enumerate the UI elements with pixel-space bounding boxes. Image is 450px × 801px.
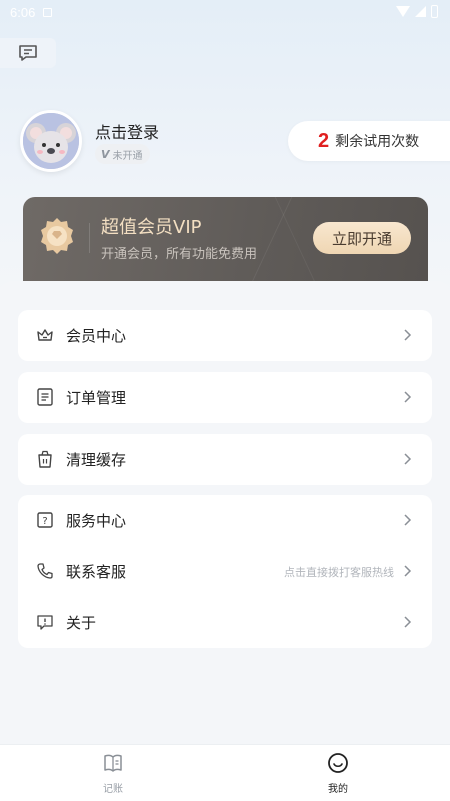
trial-count-pill[interactable]: 2 剩余试用次数 — [288, 121, 450, 161]
menu-label: 服务中心 — [66, 512, 127, 530]
menu-item-order-management[interactable]: 订单管理 — [18, 372, 432, 423]
smiley-icon — [328, 753, 348, 773]
ledger-icon — [104, 754, 122, 772]
battery-icon — [431, 5, 438, 18]
chevron-right-icon — [404, 616, 412, 628]
vip-badge-letter: V — [101, 147, 110, 161]
trash-icon — [38, 450, 52, 468]
chevron-right-icon — [404, 329, 412, 341]
vip-medal-icon — [41, 218, 73, 254]
menu-label: 关于 — [66, 614, 97, 632]
trial-count: 2 — [318, 129, 330, 152]
menu-item-contact-service[interactable]: 联系客服 点击直接拨打客服热线 — [18, 546, 432, 597]
phone-icon — [37, 563, 53, 579]
vip-subtitle: 开通会员，所有功能免费用 — [101, 247, 258, 262]
status-bar: 6:06 — [0, 0, 450, 24]
chevron-right-icon — [404, 453, 412, 465]
menu-label: 联系客服 — [66, 563, 127, 581]
crown-icon — [37, 329, 53, 341]
tab-ledger[interactable]: 记账 — [83, 752, 143, 795]
menu-card-cache: 清理缓存 — [18, 434, 432, 485]
vip-status-badge: V 未开通 — [95, 144, 150, 164]
info-icon — [37, 615, 53, 630]
status-icons — [396, 5, 438, 18]
menu-item-clear-cache[interactable]: 清理缓存 — [18, 434, 432, 485]
contact-hint: 点击直接拨打客服热线 — [284, 565, 394, 579]
menu-label: 会员中心 — [66, 327, 127, 345]
tab-mine[interactable]: 我的 — [308, 752, 368, 795]
avatar[interactable] — [20, 110, 82, 172]
menu-label: 清理缓存 — [66, 451, 127, 469]
chevron-right-icon — [404, 514, 412, 526]
bottom-nav: 记账 我的 — [0, 744, 450, 801]
chevron-right-icon — [404, 565, 412, 577]
sim-icon — [43, 7, 53, 17]
wifi-icon — [396, 6, 410, 17]
koala-avatar-icon — [23, 113, 79, 169]
signal-icon — [415, 6, 426, 17]
open-vip-button[interactable]: 立即开通 — [313, 222, 411, 254]
login-link[interactable]: 点击登录 — [95, 119, 159, 143]
message-button[interactable] — [0, 38, 56, 68]
status-time: 6:06 — [10, 4, 36, 20]
menu-label: 订单管理 — [66, 389, 127, 407]
menu-item-about[interactable]: 关于 — [18, 597, 432, 648]
menu-card-orders: 订单管理 — [18, 372, 432, 423]
menu-card-support: ? 服务中心 联系客服 点击直接拨打客服热线 关于 — [18, 495, 432, 648]
document-icon — [37, 388, 53, 406]
trial-label: 剩余试用次数 — [335, 134, 420, 150]
menu-item-member-center[interactable]: 会员中心 — [18, 310, 432, 361]
message-icon — [19, 45, 37, 61]
svg-text:?: ? — [42, 516, 47, 527]
menu-item-service-center[interactable]: ? 服务中心 — [18, 495, 432, 546]
vip-promo-card[interactable]: 超值会员VIP 开通会员，所有功能免费用 立即开通 — [23, 197, 428, 281]
vip-badge-text: 未开通 — [112, 150, 143, 162]
help-icon: ? — [37, 512, 53, 528]
tab-mine-label: 我的 — [328, 784, 348, 795]
vip-divider — [89, 223, 90, 253]
menu-card-member: 会员中心 — [18, 310, 432, 361]
tab-ledger-label: 记账 — [103, 784, 123, 795]
chevron-right-icon — [404, 391, 412, 403]
vip-title: 超值会员VIP — [101, 217, 202, 238]
